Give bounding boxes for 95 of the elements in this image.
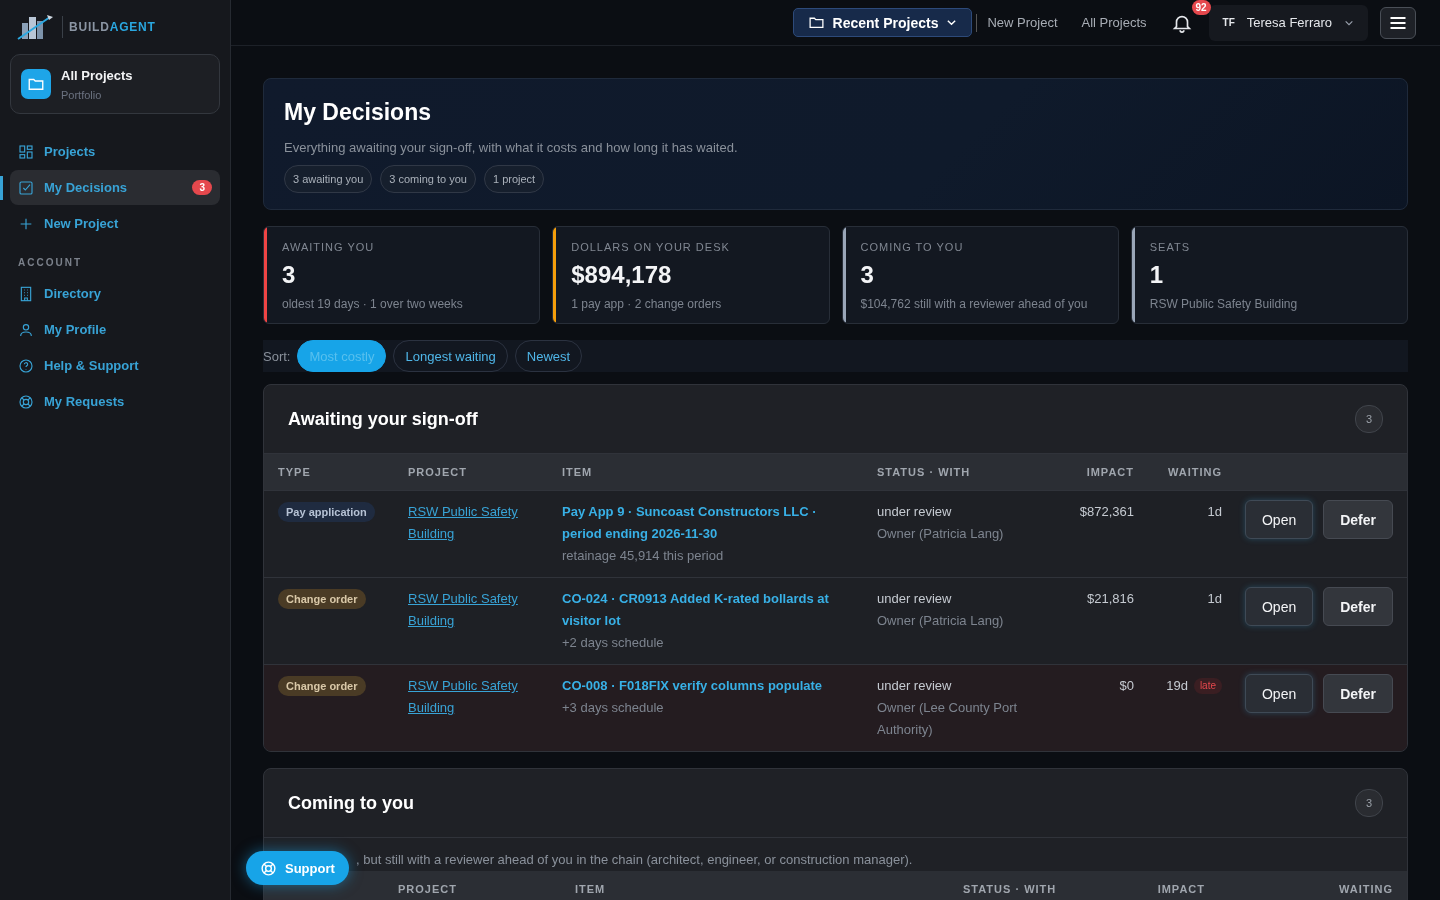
menu-button[interactable] — [1380, 6, 1416, 39]
logo-wordmark: BUILDAGENT — [69, 20, 156, 34]
type-tag: Change order — [278, 589, 366, 609]
impact-amount: $21,816 — [1087, 591, 1134, 606]
folder-icon — [21, 69, 51, 99]
item-detail: +2 days schedule — [562, 634, 665, 652]
nav-item[interactable]: My Decisions 3 — [10, 170, 220, 205]
item-detail: retainage 45,914 this period — [562, 547, 725, 565]
lifebuoy-icon — [18, 393, 34, 410]
waiting-time: 1d — [1207, 503, 1222, 521]
project-link[interactable]: RSW Public Safety Building — [408, 675, 562, 719]
project-link[interactable]: RSW Public Safety Building — [408, 588, 562, 632]
item-link[interactable]: CO-008 · F018FIX verify columns populate — [562, 675, 877, 697]
count-badge: 3 — [192, 180, 212, 195]
nav-item[interactable]: My Requests — [10, 384, 220, 419]
user-name: Teresa Ferraro — [1246, 15, 1332, 30]
count-badge: 3 — [1355, 789, 1383, 817]
action-button[interactable]: Defer — [1323, 587, 1393, 626]
section-title: Awaiting your sign-off — [288, 408, 478, 430]
stat-label: AWAITING YOU — [282, 241, 376, 253]
status-text: under review — [877, 590, 953, 608]
section-title: Coming to you — [288, 792, 414, 814]
checkbox-icon — [18, 179, 34, 196]
item-link[interactable]: CO-024 · CR0913 Added K-rated bollards at visitor lot — [562, 588, 877, 632]
reviewer-text: Owner (Patricia Lang) — [877, 612, 1005, 630]
stat-note: oldest 19 days · 1 over two weeks — [282, 297, 464, 311]
recent-projects-dropdown[interactable]: Recent Projects — [792, 8, 973, 37]
section-label: ACCOUNT — [18, 257, 83, 268]
column-header: PROJECT — [398, 883, 458, 895]
stat-value: 1 — [1149, 261, 1165, 289]
user-initials: TF — [1222, 17, 1235, 28]
nav-item[interactable]: Projects — [10, 134, 220, 169]
column-header: IMPACT — [1156, 883, 1205, 895]
action-button[interactable]: Defer — [1323, 500, 1393, 539]
impact-amount: $0 — [1119, 678, 1134, 693]
column-header: STATUS · WITH — [877, 466, 972, 478]
stat-value: 3 — [282, 261, 297, 289]
type-tag: Change order — [278, 676, 366, 696]
status-text: under review — [877, 677, 953, 695]
nav-item[interactable]: Directory — [10, 276, 220, 311]
building-icon — [18, 285, 34, 302]
help-icon — [18, 357, 34, 374]
nav-item[interactable]: My Profile — [10, 312, 220, 347]
stat-label: COMING TO YOU — [860, 241, 965, 253]
item-detail: +3 days schedule — [562, 699, 665, 717]
waiting-time: 19d — [1166, 677, 1188, 695]
workspace-switcher[interactable]: All Projects Portfolio — [10, 54, 220, 114]
person-icon — [18, 321, 34, 338]
column-header: WAITING — [1166, 466, 1222, 478]
summary-chip: 1 project — [484, 165, 545, 193]
nav-item[interactable]: New Project — [10, 206, 220, 241]
impact-amount: $872,361 — [1079, 504, 1134, 519]
count-badge: 3 — [1355, 405, 1383, 433]
column-header: ITEM — [562, 466, 594, 478]
nav-link[interactable]: All Projects — [1081, 15, 1147, 30]
action-button[interactable]: Open — [1244, 500, 1314, 539]
stat-note: RSW Public Safety Building — [1149, 297, 1299, 311]
stat-note: $104,762 still with a reviewer ahead of you — [860, 297, 1089, 311]
chevron-down-icon — [946, 17, 958, 28]
late-tag: late — [1193, 678, 1222, 694]
stat-label: SEATS — [1149, 241, 1191, 253]
summary-chip: 3 awaiting you — [284, 165, 373, 193]
stat-note: 1 pay app · 2 change orders — [571, 297, 723, 311]
summary-chip: 3 coming to you — [380, 165, 476, 193]
workspace-subtitle: Portfolio — [61, 88, 103, 101]
section-note: , but still with a reviewer ahead of you in the chain (architect, engineer, or construction manager). — [355, 852, 914, 867]
reviewer-text: Owner (Lee County Port Authority) — [877, 699, 1019, 739]
reviewer-text: Owner (Patricia Lang) — [877, 525, 1005, 543]
stat-value: $894,178 — [571, 261, 673, 289]
page-subtitle: Everything awaiting your sign-off, with what it costs and how long it has waited. — [284, 140, 739, 155]
stat-value: 3 — [860, 261, 875, 289]
waiting-time: 1d — [1207, 590, 1222, 608]
item-link[interactable]: Pay App 9 · Suncoast Constructors LLC · period ending 2026-11-30 — [562, 501, 877, 545]
action-button[interactable]: Open — [1244, 587, 1314, 626]
stat-label: DOLLARS ON YOUR DESK — [571, 241, 731, 253]
nav-item[interactable]: Help & Support — [10, 348, 220, 383]
column-header: WAITING — [1337, 883, 1393, 895]
column-header: ITEM — [575, 883, 607, 895]
page-title: My Decisions — [284, 99, 432, 126]
column-header: STATUS · WITH — [963, 883, 1058, 895]
nav-link[interactable]: New Project — [987, 15, 1058, 30]
grid-icon — [18, 143, 34, 160]
column-header: PROJECT — [408, 466, 468, 478]
status-text: under review — [877, 503, 953, 521]
sort-label: Sort: — [263, 348, 291, 364]
notification-badge: 92 — [1191, 0, 1211, 15]
action-button[interactable]: Open — [1244, 674, 1314, 713]
column-header: TYPE — [278, 466, 312, 478]
user-menu[interactable]: TF Teresa Ferraro — [1208, 4, 1368, 41]
type-tag: Pay application — [278, 502, 375, 522]
workspace-title: All Projects — [61, 67, 133, 83]
action-button[interactable]: Defer — [1323, 674, 1393, 713]
column-header: IMPACT — [1085, 466, 1134, 478]
project-link[interactable]: RSW Public Safety Building — [408, 501, 562, 545]
lifebuoy-icon — [260, 859, 277, 877]
